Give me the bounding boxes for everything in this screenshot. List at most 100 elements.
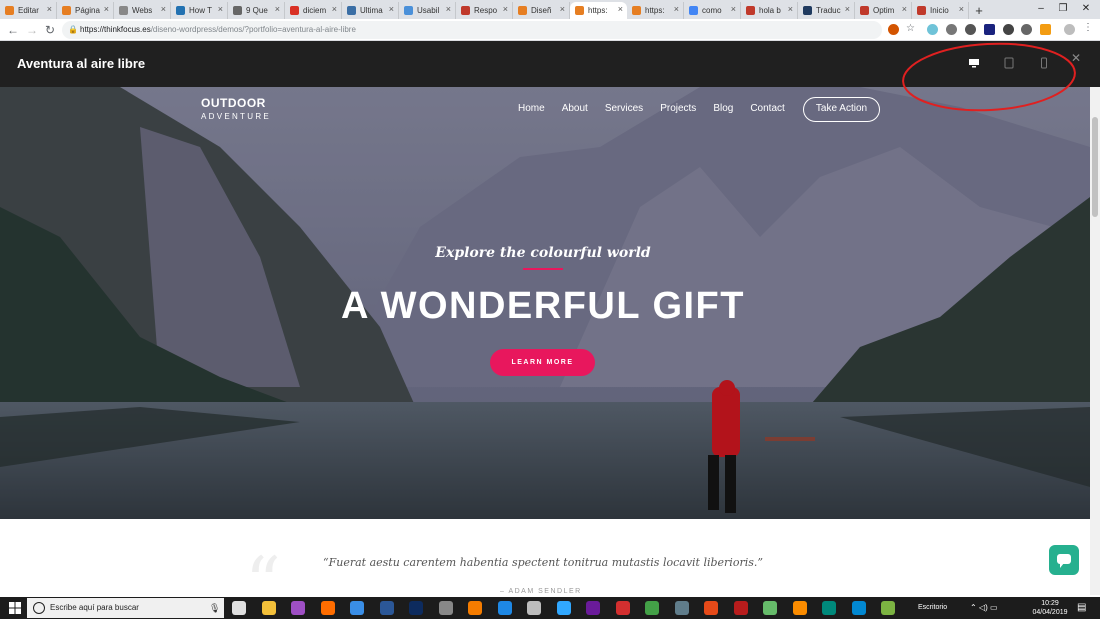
take-action-button[interactable]: Take Action: [803, 97, 880, 122]
taskbar-clock[interactable]: 10:29 04/04/2019: [1030, 599, 1070, 617]
browser-tab[interactable]: Ultima ×: [342, 2, 399, 19]
browser-tab[interactable]: Optim ×: [855, 2, 912, 19]
tab-close-icon[interactable]: ×: [218, 4, 223, 14]
browser-tab[interactable]: diciem ×: [285, 2, 342, 19]
tab-close-icon[interactable]: ×: [959, 4, 964, 14]
extension-icon[interactable]: [965, 24, 976, 35]
tray-icons[interactable]: ⌃ ◁) ▭: [970, 597, 998, 619]
taskbar-app-icon[interactable]: [615, 601, 630, 615]
notifications-icon[interactable]: ▤: [1077, 597, 1086, 619]
nav-projects[interactable]: Projects: [660, 103, 696, 114]
taskbar-app-icon[interactable]: [261, 601, 276, 615]
nav-about[interactable]: About: [562, 103, 588, 114]
extension-icon[interactable]: [927, 24, 938, 35]
taskbar-app-icon[interactable]: [527, 601, 541, 615]
taskbar-app-icon[interactable]: [763, 601, 777, 615]
reload-button[interactable]: ↻: [42, 22, 58, 38]
taskbar-app-icon[interactable]: [438, 601, 453, 615]
taskbar-app-icon[interactable]: [320, 601, 335, 615]
window-close-button[interactable]: ✕: [1075, 0, 1097, 19]
browser-tab[interactable]: https: ×: [627, 2, 684, 19]
taskbar-app-icon[interactable]: [792, 601, 807, 615]
browser-tab[interactable]: como ×: [684, 2, 741, 19]
extension-icon[interactable]: [1003, 24, 1014, 35]
tab-close-icon[interactable]: ×: [446, 4, 451, 14]
page-scrollbar[interactable]: [1090, 87, 1100, 595]
browser-tab[interactable]: Usabil ×: [399, 2, 456, 19]
extension-icon[interactable]: [1021, 24, 1032, 35]
extension-icon[interactable]: [888, 24, 899, 35]
site-logo[interactable]: OUTDOOR ADVENTURE: [201, 96, 271, 121]
nav-blog[interactable]: Blog: [713, 103, 733, 114]
taskbar-app-icon[interactable]: [232, 601, 246, 615]
chat-button[interactable]: [1049, 545, 1079, 575]
windows-start-icon[interactable]: [9, 602, 21, 614]
tab-close-icon[interactable]: ×: [674, 4, 679, 14]
mobile-icon[interactable]: [1037, 56, 1051, 70]
forward-button[interactable]: →: [24, 22, 40, 38]
demo-close-button[interactable]: ✕: [1071, 51, 1081, 65]
tab-close-icon[interactable]: ×: [275, 4, 280, 14]
browser-tab[interactable]: Diseñ ×: [513, 2, 570, 19]
browser-tab[interactable]: Inicio ×: [912, 2, 969, 19]
tab-close-icon[interactable]: ×: [902, 4, 907, 14]
taskbar-app-icon[interactable]: [350, 601, 364, 615]
taskbar-app-icon[interactable]: [645, 601, 659, 615]
browser-tab[interactable]: hola b ×: [741, 2, 798, 19]
nav-home[interactable]: Home: [518, 103, 545, 114]
camera-extension-icon[interactable]: [946, 24, 957, 35]
browser-tab[interactable]: Traduc ×: [798, 2, 855, 19]
taskbar-app-icon[interactable]: [881, 601, 895, 615]
back-button[interactable]: ←: [5, 22, 21, 38]
taskbar-app-icon[interactable]: [822, 601, 836, 615]
taskbar-app-icon[interactable]: [674, 601, 689, 615]
tab-close-icon[interactable]: ×: [788, 4, 793, 14]
window-restore-button[interactable]: ❐: [1052, 0, 1074, 19]
browser-tab[interactable]: 9 Que ×: [228, 2, 285, 19]
taskbar-app-icon[interactable]: [468, 601, 482, 615]
taskbar-app-icon[interactable]: [379, 601, 394, 615]
browser-tab[interactable]: How T ×: [171, 2, 228, 19]
browser-tab[interactable]: Webs ×: [114, 2, 171, 19]
tab-close-icon[interactable]: ×: [104, 4, 109, 14]
browser-menu-icon[interactable]: ⋮: [1083, 22, 1094, 33]
tab-close-icon[interactable]: ×: [560, 4, 565, 14]
bookmark-star-icon[interactable]: ☆: [906, 23, 917, 34]
browser-tab[interactable]: https: ×: [570, 2, 627, 19]
tab-close-icon[interactable]: ×: [161, 4, 166, 14]
scrollbar-thumb[interactable]: [1092, 117, 1098, 217]
taskbar-app-icon[interactable]: [586, 601, 600, 615]
browser-tab[interactable]: Respo ×: [456, 2, 513, 19]
tab-close-icon[interactable]: ×: [731, 4, 736, 14]
nav-services[interactable]: Services: [605, 103, 643, 114]
microphone-icon[interactable]: 🎙: [209, 598, 220, 618]
taskbar-search-input[interactable]: Escribe aquí para buscar 🎙: [27, 598, 224, 618]
tablet-icon[interactable]: [1002, 56, 1016, 70]
new-tab-button[interactable]: +: [969, 2, 989, 19]
taskbar-app-icon[interactable]: [704, 601, 718, 615]
taskbar-app-icon[interactable]: [409, 601, 423, 615]
taskbar-app-icon[interactable]: [497, 601, 512, 615]
browser-tab[interactable]: Página ×: [57, 2, 114, 19]
tab-close-icon[interactable]: ×: [503, 4, 508, 14]
extension-icon[interactable]: [984, 24, 995, 35]
taskbar-app-icon[interactable]: [851, 601, 866, 615]
address-bar[interactable]: 🔒 https://thinkfocus.es/diseno-wordpress…: [62, 21, 882, 39]
tab-close-icon[interactable]: ×: [389, 4, 394, 14]
desktop-toolbar-label[interactable]: Escritorio: [918, 597, 947, 619]
profile-avatar[interactable]: [1064, 24, 1075, 35]
learn-more-button[interactable]: LEARN MORE: [490, 349, 595, 376]
tab-close-icon[interactable]: ×: [47, 4, 52, 14]
tab-close-icon[interactable]: ×: [618, 4, 623, 14]
browser-tab[interactable]: Editar ×: [0, 2, 57, 19]
tab-close-icon[interactable]: ×: [845, 4, 850, 14]
clock-time: 10:29: [1041, 600, 1059, 607]
desktop-icon[interactable]: [967, 56, 981, 70]
tab-close-icon[interactable]: ×: [332, 4, 337, 14]
taskbar-app-icon[interactable]: [556, 601, 571, 615]
window-minimize-button[interactable]: –: [1030, 0, 1052, 19]
extension-icon[interactable]: [1040, 24, 1051, 35]
taskbar-app-icon[interactable]: [733, 601, 748, 615]
taskbar-app-icon[interactable]: [291, 601, 305, 615]
nav-contact[interactable]: Contact: [750, 103, 784, 114]
